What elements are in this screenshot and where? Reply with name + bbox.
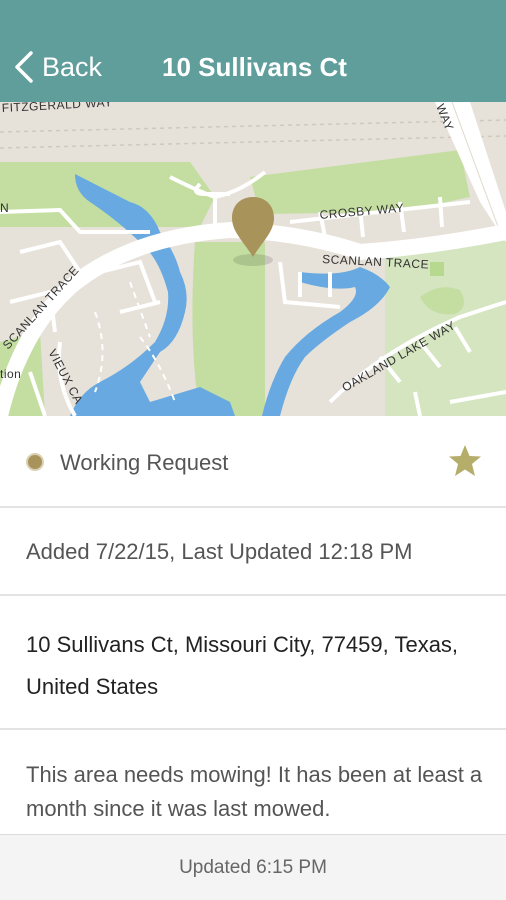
star-icon[interactable] [447,443,483,479]
nav-bar: Back 10 Sullivans Ct [0,0,506,102]
footer-updated: Updated 6:15 PM [179,857,327,878]
page-title: 10 Sullivans Ct [162,52,347,82]
address-text: 10 Sullivans Ct, Missouri City, 77459, T… [26,632,459,699]
description-text: This area needs mowing! It has been at l… [26,762,483,821]
status-dot-icon [26,453,44,471]
back-button[interactable]: Back [12,50,102,84]
map-label-partial-tion: tion [0,367,21,381]
back-label: Back [42,52,103,82]
map-label-partial-n: N [0,201,9,215]
map-view[interactable]: FITZGERALD WAY CROSBY WAY SCANLAN TRACE … [0,102,506,416]
chevron-left-icon [15,51,33,83]
dates-text: Added 7/22/15, Last Updated 12:18 PM [26,539,413,564]
status-label: Working Request [60,450,229,475]
